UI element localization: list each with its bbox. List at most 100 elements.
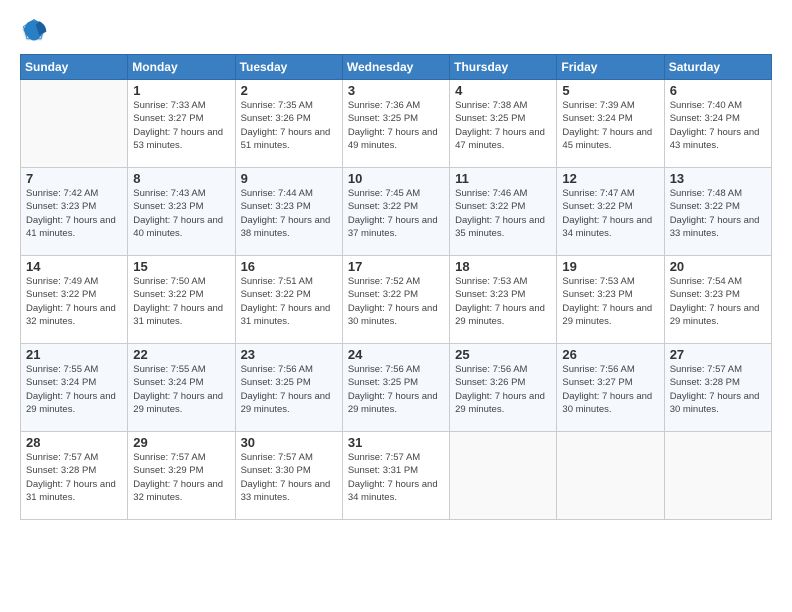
header — [20, 16, 772, 44]
calendar-cell: 1Sunrise: 7:33 AMSunset: 3:27 PMDaylight… — [128, 80, 235, 168]
day-number: 14 — [26, 259, 122, 274]
day-number: 19 — [562, 259, 658, 274]
day-info: Sunrise: 7:51 AMSunset: 3:22 PMDaylight:… — [241, 275, 337, 328]
weekday-header-friday: Friday — [557, 55, 664, 80]
calendar-table: SundayMondayTuesdayWednesdayThursdayFrid… — [20, 54, 772, 520]
day-info: Sunrise: 7:57 AMSunset: 3:31 PMDaylight:… — [348, 451, 444, 504]
day-info: Sunrise: 7:55 AMSunset: 3:24 PMDaylight:… — [26, 363, 122, 416]
day-number: 7 — [26, 171, 122, 186]
day-number: 2 — [241, 83, 337, 98]
day-info: Sunrise: 7:46 AMSunset: 3:22 PMDaylight:… — [455, 187, 551, 240]
day-number: 30 — [241, 435, 337, 450]
calendar-cell: 20Sunrise: 7:54 AMSunset: 3:23 PMDayligh… — [664, 256, 771, 344]
day-info: Sunrise: 7:48 AMSunset: 3:22 PMDaylight:… — [670, 187, 766, 240]
weekday-header-sunday: Sunday — [21, 55, 128, 80]
calendar-cell — [450, 432, 557, 520]
day-number: 25 — [455, 347, 551, 362]
calendar-cell: 24Sunrise: 7:56 AMSunset: 3:25 PMDayligh… — [342, 344, 449, 432]
calendar-cell: 17Sunrise: 7:52 AMSunset: 3:22 PMDayligh… — [342, 256, 449, 344]
day-info: Sunrise: 7:56 AMSunset: 3:26 PMDaylight:… — [455, 363, 551, 416]
day-number: 29 — [133, 435, 229, 450]
calendar-cell — [664, 432, 771, 520]
day-info: Sunrise: 7:56 AMSunset: 3:27 PMDaylight:… — [562, 363, 658, 416]
calendar-cell: 5Sunrise: 7:39 AMSunset: 3:24 PMDaylight… — [557, 80, 664, 168]
day-info: Sunrise: 7:57 AMSunset: 3:29 PMDaylight:… — [133, 451, 229, 504]
day-number: 17 — [348, 259, 444, 274]
calendar-cell: 22Sunrise: 7:55 AMSunset: 3:24 PMDayligh… — [128, 344, 235, 432]
calendar-cell: 9Sunrise: 7:44 AMSunset: 3:23 PMDaylight… — [235, 168, 342, 256]
calendar-cell: 2Sunrise: 7:35 AMSunset: 3:26 PMDaylight… — [235, 80, 342, 168]
day-number: 11 — [455, 171, 551, 186]
calendar-cell: 13Sunrise: 7:48 AMSunset: 3:22 PMDayligh… — [664, 168, 771, 256]
day-info: Sunrise: 7:42 AMSunset: 3:23 PMDaylight:… — [26, 187, 122, 240]
day-number: 18 — [455, 259, 551, 274]
weekday-header-monday: Monday — [128, 55, 235, 80]
calendar-cell: 31Sunrise: 7:57 AMSunset: 3:31 PMDayligh… — [342, 432, 449, 520]
day-number: 8 — [133, 171, 229, 186]
day-info: Sunrise: 7:35 AMSunset: 3:26 PMDaylight:… — [241, 99, 337, 152]
week-row-4: 28Sunrise: 7:57 AMSunset: 3:28 PMDayligh… — [21, 432, 772, 520]
day-number: 31 — [348, 435, 444, 450]
day-number: 28 — [26, 435, 122, 450]
calendar-cell: 29Sunrise: 7:57 AMSunset: 3:29 PMDayligh… — [128, 432, 235, 520]
day-number: 13 — [670, 171, 766, 186]
day-info: Sunrise: 7:53 AMSunset: 3:23 PMDaylight:… — [562, 275, 658, 328]
day-number: 26 — [562, 347, 658, 362]
calendar-cell: 14Sunrise: 7:49 AMSunset: 3:22 PMDayligh… — [21, 256, 128, 344]
day-info: Sunrise: 7:50 AMSunset: 3:22 PMDaylight:… — [133, 275, 229, 328]
calendar-cell: 18Sunrise: 7:53 AMSunset: 3:23 PMDayligh… — [450, 256, 557, 344]
weekday-header-saturday: Saturday — [664, 55, 771, 80]
weekday-header-wednesday: Wednesday — [342, 55, 449, 80]
calendar-cell: 23Sunrise: 7:56 AMSunset: 3:25 PMDayligh… — [235, 344, 342, 432]
calendar-cell: 25Sunrise: 7:56 AMSunset: 3:26 PMDayligh… — [450, 344, 557, 432]
day-info: Sunrise: 7:52 AMSunset: 3:22 PMDaylight:… — [348, 275, 444, 328]
day-number: 15 — [133, 259, 229, 274]
logo — [20, 16, 50, 44]
calendar-cell: 27Sunrise: 7:57 AMSunset: 3:28 PMDayligh… — [664, 344, 771, 432]
day-info: Sunrise: 7:49 AMSunset: 3:22 PMDaylight:… — [26, 275, 122, 328]
calendar-cell: 10Sunrise: 7:45 AMSunset: 3:22 PMDayligh… — [342, 168, 449, 256]
day-number: 12 — [562, 171, 658, 186]
weekday-header-thursday: Thursday — [450, 55, 557, 80]
day-info: Sunrise: 7:40 AMSunset: 3:24 PMDaylight:… — [670, 99, 766, 152]
day-number: 1 — [133, 83, 229, 98]
day-info: Sunrise: 7:56 AMSunset: 3:25 PMDaylight:… — [348, 363, 444, 416]
calendar-cell — [21, 80, 128, 168]
calendar-cell: 15Sunrise: 7:50 AMSunset: 3:22 PMDayligh… — [128, 256, 235, 344]
day-number: 4 — [455, 83, 551, 98]
day-info: Sunrise: 7:36 AMSunset: 3:25 PMDaylight:… — [348, 99, 444, 152]
day-info: Sunrise: 7:57 AMSunset: 3:28 PMDaylight:… — [26, 451, 122, 504]
calendar-cell: 4Sunrise: 7:38 AMSunset: 3:25 PMDaylight… — [450, 80, 557, 168]
calendar-cell: 26Sunrise: 7:56 AMSunset: 3:27 PMDayligh… — [557, 344, 664, 432]
day-number: 21 — [26, 347, 122, 362]
calendar-cell: 16Sunrise: 7:51 AMSunset: 3:22 PMDayligh… — [235, 256, 342, 344]
day-number: 3 — [348, 83, 444, 98]
logo-icon — [20, 16, 48, 44]
week-row-3: 21Sunrise: 7:55 AMSunset: 3:24 PMDayligh… — [21, 344, 772, 432]
day-number: 6 — [670, 83, 766, 98]
calendar-cell: 8Sunrise: 7:43 AMSunset: 3:23 PMDaylight… — [128, 168, 235, 256]
calendar-cell: 12Sunrise: 7:47 AMSunset: 3:22 PMDayligh… — [557, 168, 664, 256]
day-info: Sunrise: 7:57 AMSunset: 3:30 PMDaylight:… — [241, 451, 337, 504]
week-row-0: 1Sunrise: 7:33 AMSunset: 3:27 PMDaylight… — [21, 80, 772, 168]
day-info: Sunrise: 7:45 AMSunset: 3:22 PMDaylight:… — [348, 187, 444, 240]
day-number: 9 — [241, 171, 337, 186]
day-info: Sunrise: 7:47 AMSunset: 3:22 PMDaylight:… — [562, 187, 658, 240]
day-number: 24 — [348, 347, 444, 362]
day-info: Sunrise: 7:55 AMSunset: 3:24 PMDaylight:… — [133, 363, 229, 416]
day-number: 16 — [241, 259, 337, 274]
day-info: Sunrise: 7:57 AMSunset: 3:28 PMDaylight:… — [670, 363, 766, 416]
day-info: Sunrise: 7:44 AMSunset: 3:23 PMDaylight:… — [241, 187, 337, 240]
calendar-cell: 3Sunrise: 7:36 AMSunset: 3:25 PMDaylight… — [342, 80, 449, 168]
day-number: 22 — [133, 347, 229, 362]
calendar-cell: 28Sunrise: 7:57 AMSunset: 3:28 PMDayligh… — [21, 432, 128, 520]
weekday-header-row: SundayMondayTuesdayWednesdayThursdayFrid… — [21, 55, 772, 80]
calendar-cell: 7Sunrise: 7:42 AMSunset: 3:23 PMDaylight… — [21, 168, 128, 256]
day-info: Sunrise: 7:38 AMSunset: 3:25 PMDaylight:… — [455, 99, 551, 152]
calendar-cell: 19Sunrise: 7:53 AMSunset: 3:23 PMDayligh… — [557, 256, 664, 344]
calendar-cell: 11Sunrise: 7:46 AMSunset: 3:22 PMDayligh… — [450, 168, 557, 256]
week-row-2: 14Sunrise: 7:49 AMSunset: 3:22 PMDayligh… — [21, 256, 772, 344]
page: SundayMondayTuesdayWednesdayThursdayFrid… — [0, 0, 792, 612]
calendar-cell: 30Sunrise: 7:57 AMSunset: 3:30 PMDayligh… — [235, 432, 342, 520]
calendar-cell: 6Sunrise: 7:40 AMSunset: 3:24 PMDaylight… — [664, 80, 771, 168]
